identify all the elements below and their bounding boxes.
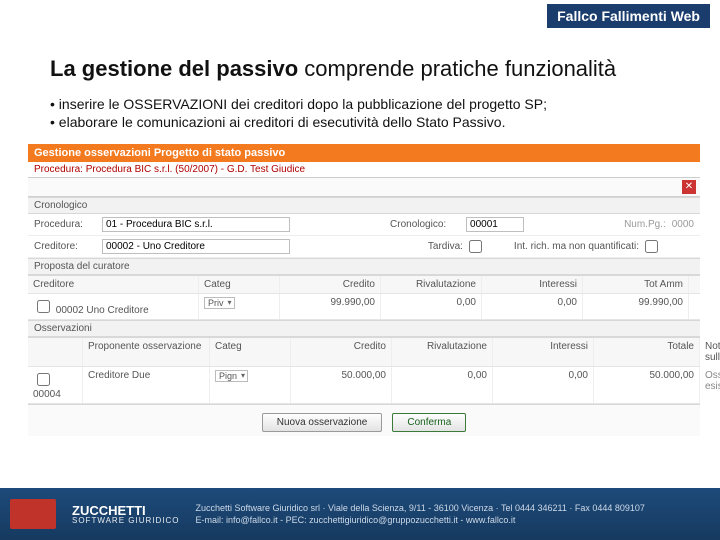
cell-int: 0,00 — [482, 294, 583, 319]
col-tot2: Totale — [594, 338, 700, 366]
row-code: 00002 — [56, 305, 84, 316]
input-procedura[interactable] — [102, 217, 290, 232]
top-band: Fallco Fallimenti Web — [547, 4, 710, 28]
procedure-line: Procedura: Procedura BIC s.r.l. (50/2007… — [28, 162, 700, 178]
grid-header-proposta: Creditore Categ Credito Rivalutazione In… — [28, 276, 700, 294]
row-name: Creditore Due — [83, 367, 210, 403]
bullet-item: inserire le OSSERVAZIONI dei creditori d… — [50, 96, 690, 112]
label-procedura: Procedura: — [34, 219, 96, 230]
select-categ[interactable]: Pign — [215, 370, 248, 382]
row-checkbox[interactable] — [37, 300, 50, 313]
row-code: 00004 — [33, 389, 61, 400]
slide-title: La gestione del passivo comprende pratic… — [50, 56, 690, 82]
toolbar: ✕ — [28, 178, 700, 197]
cell-int: 0,00 — [493, 367, 594, 403]
title-rest: comprende pratiche funzionalità — [298, 56, 616, 81]
col-credito2: Credito — [291, 338, 392, 366]
col-rivalutazione: Rivalutazione — [381, 276, 482, 293]
cell-credito: 99.990,00 — [280, 294, 381, 319]
dialog-header: Gestione osservazioni Progetto di stato … — [28, 144, 700, 162]
embedded-screenshot: Gestione osservazioni Progetto di stato … — [28, 144, 700, 436]
button-row: Nuova osservazione Conferma — [28, 404, 700, 436]
close-icon[interactable]: ✕ — [682, 180, 696, 194]
label-creditore: Creditore: — [34, 241, 96, 252]
label-numpg: Num.Pg.: — [624, 219, 666, 230]
col-categ: Categ — [199, 276, 280, 293]
col-categ2: Categ — [210, 338, 291, 366]
row-name: Uno Creditore — [86, 305, 148, 316]
label-tardiva: Tardiva: — [428, 241, 463, 252]
footer: ZUCCHETTI SOFTWARE GIURIDICO Zucchetti S… — [0, 488, 720, 540]
col-creditore: Creditore — [28, 276, 199, 293]
table-row[interactable]: 00002 Uno Creditore Priv 99.990,00 0,00 … — [28, 294, 700, 320]
col-interessi: Interessi — [482, 276, 583, 293]
select-categ[interactable]: Priv — [204, 297, 235, 309]
checkbox-intrich[interactable] — [645, 240, 658, 253]
new-observation-button[interactable]: Nuova osservazione — [262, 413, 383, 432]
footer-info: Zucchetti Software Giuridico srl · Viale… — [195, 502, 644, 526]
col-int2: Interessi — [493, 338, 594, 366]
section-osservazioni: Osservazioni — [28, 320, 700, 337]
cell-credito: 50.000,00 — [291, 367, 392, 403]
input-creditore[interactable] — [102, 239, 290, 254]
table-row[interactable]: 00004 Creditore Due Pign 50.000,00 0,00 … — [28, 367, 700, 404]
label-cronologico: Cronologico: — [390, 219, 460, 230]
bullet-item: elaborare le comunicazioni ai creditori … — [50, 114, 690, 130]
col-proponente: Proponente osservazione — [83, 338, 210, 366]
cell-riv: 0,00 — [392, 367, 493, 403]
confirm-button[interactable]: Conferma — [392, 413, 466, 432]
cell-note: Osservazione esistente — [700, 367, 720, 403]
value-numpg: 0000 — [672, 219, 694, 230]
row-checkbox[interactable] — [37, 373, 50, 386]
title-bold: La gestione del passivo — [50, 56, 298, 81]
zucchetti-logo: ZUCCHETTI SOFTWARE GIURIDICO — [72, 504, 179, 525]
col-credito: Credito — [280, 276, 381, 293]
grid-header-osservazioni: Proponente osservazione Categ Credito Ri… — [28, 338, 700, 367]
input-cronologico[interactable] — [466, 217, 524, 232]
cell-tot: 50.000,00 — [594, 367, 700, 403]
cell-riv: 0,00 — [381, 294, 482, 319]
checkbox-tardiva[interactable] — [469, 240, 482, 253]
cell-tot: 99.990,00 — [583, 294, 689, 319]
section-cronologico: Cronologico — [28, 197, 700, 214]
col-riv2: Rivalutazione — [392, 338, 493, 366]
label-intrich: Int. rich. ma non quantificati: — [514, 241, 639, 252]
col-totamm: Tot Amm — [583, 276, 689, 293]
section-proposta: Proposta del curatore — [28, 258, 700, 275]
col-note: Note de curatore sull'osservazione — [700, 338, 720, 366]
bullet-list: inserire le OSSERVAZIONI dei creditori d… — [50, 96, 690, 130]
fallco-logo — [10, 499, 56, 529]
